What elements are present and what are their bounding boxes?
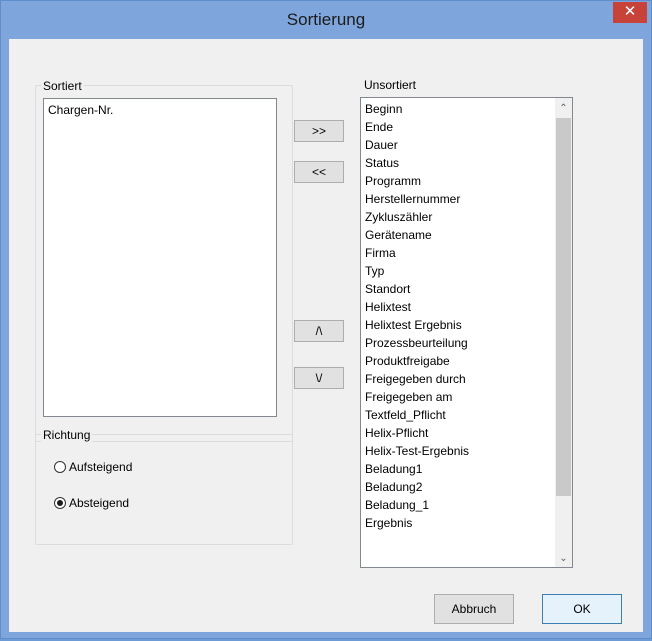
list-item[interactable]: Beladung_1 [361,496,572,514]
list-item[interactable]: Helix-Pflicht [361,424,572,442]
unsorted-listbox[interactable]: Beginn Ende Dauer Status Programm Herstellern… [360,97,573,568]
unsorted-group-label: Unsortiert [362,78,419,92]
list-item[interactable]: Produktfreigabe [361,352,572,370]
close-button[interactable]: ✕ [613,2,647,23]
list-item[interactable]: Helixtest [361,298,572,316]
list-item[interactable]: Typ [361,262,572,280]
list-item[interactable]: Freigegeben am [361,388,572,406]
radio-descending[interactable]: Absteigend [54,496,129,510]
radio-descending-label: Absteigend [69,496,130,510]
scroll-up-icon[interactable]: ⌃ [555,100,572,117]
unsorted-scrollbar[interactable]: ⌃ ⌄ [555,98,572,567]
move-down-button[interactable]: \/ [294,367,344,389]
list-item[interactable]: Standort [361,280,572,298]
list-item[interactable]: Beladung2 [361,478,572,496]
list-item[interactable]: Firma [361,244,572,262]
close-icon: ✕ [623,3,637,20]
radio-descending-circle[interactable] [54,497,66,509]
list-item[interactable]: Ergebnis [361,514,572,532]
sorted-listbox[interactable]: Chargen-Nr. [43,98,277,417]
sorted-group: Sortiert Chargen-Nr. [35,79,293,442]
window-title: Sortierung [286,10,366,29]
move-up-button[interactable]: /\ [294,320,344,342]
radio-ascending[interactable]: Aufsteigend [54,460,132,474]
scroll-down-icon[interactable]: ⌄ [555,550,572,567]
list-item[interactable]: Chargen-Nr. [44,101,276,119]
list-item[interactable]: Textfeld_Pflicht [361,406,572,424]
direction-group: Richtung Aufsteigend Absteigend [35,428,293,545]
list-item[interactable]: Herstellernummer [361,190,572,208]
add-to-sorted-button[interactable]: >> [294,120,344,142]
scroll-thumb[interactable] [556,118,571,496]
list-item[interactable]: Beladung1 [361,460,572,478]
direction-group-label: Richtung [41,428,93,442]
remove-from-sorted-button[interactable]: << [294,161,344,183]
list-item[interactable]: Freigegeben durch [361,370,572,388]
list-item[interactable]: Status [361,154,572,172]
radio-ascending-circle[interactable] [54,461,66,473]
dialog-body: Sortiert Chargen-Nr. >> << /\ \/ Unsorti… [9,39,643,632]
sortierung-dialog: Sortierung ✕ Sortiert Chargen-Nr. >> << … [0,0,652,639]
list-item[interactable]: Gerätename [361,226,572,244]
sorted-group-label: Sortiert [41,79,84,93]
list-item[interactable]: Prozessbeurteilung [361,334,572,352]
title-bar[interactable]: Sortierung ✕ [1,1,651,38]
list-item[interactable]: Dauer [361,136,572,154]
list-item[interactable]: Helix-Test-Ergebnis [361,442,572,460]
list-item[interactable]: Beginn [361,100,572,118]
list-item[interactable]: Programm [361,172,572,190]
list-item[interactable]: Ende [361,118,572,136]
list-item[interactable]: Zykluszähler [361,208,572,226]
radio-ascending-label: Aufsteigend [69,460,133,474]
ok-button[interactable]: OK [542,594,622,624]
unsorted-group: Unsortiert Beginn Ende Dauer Status Programm… [348,78,584,641]
list-item[interactable]: Helixtest Ergebnis [361,316,572,334]
cancel-button[interactable]: Abbruch [434,594,514,624]
